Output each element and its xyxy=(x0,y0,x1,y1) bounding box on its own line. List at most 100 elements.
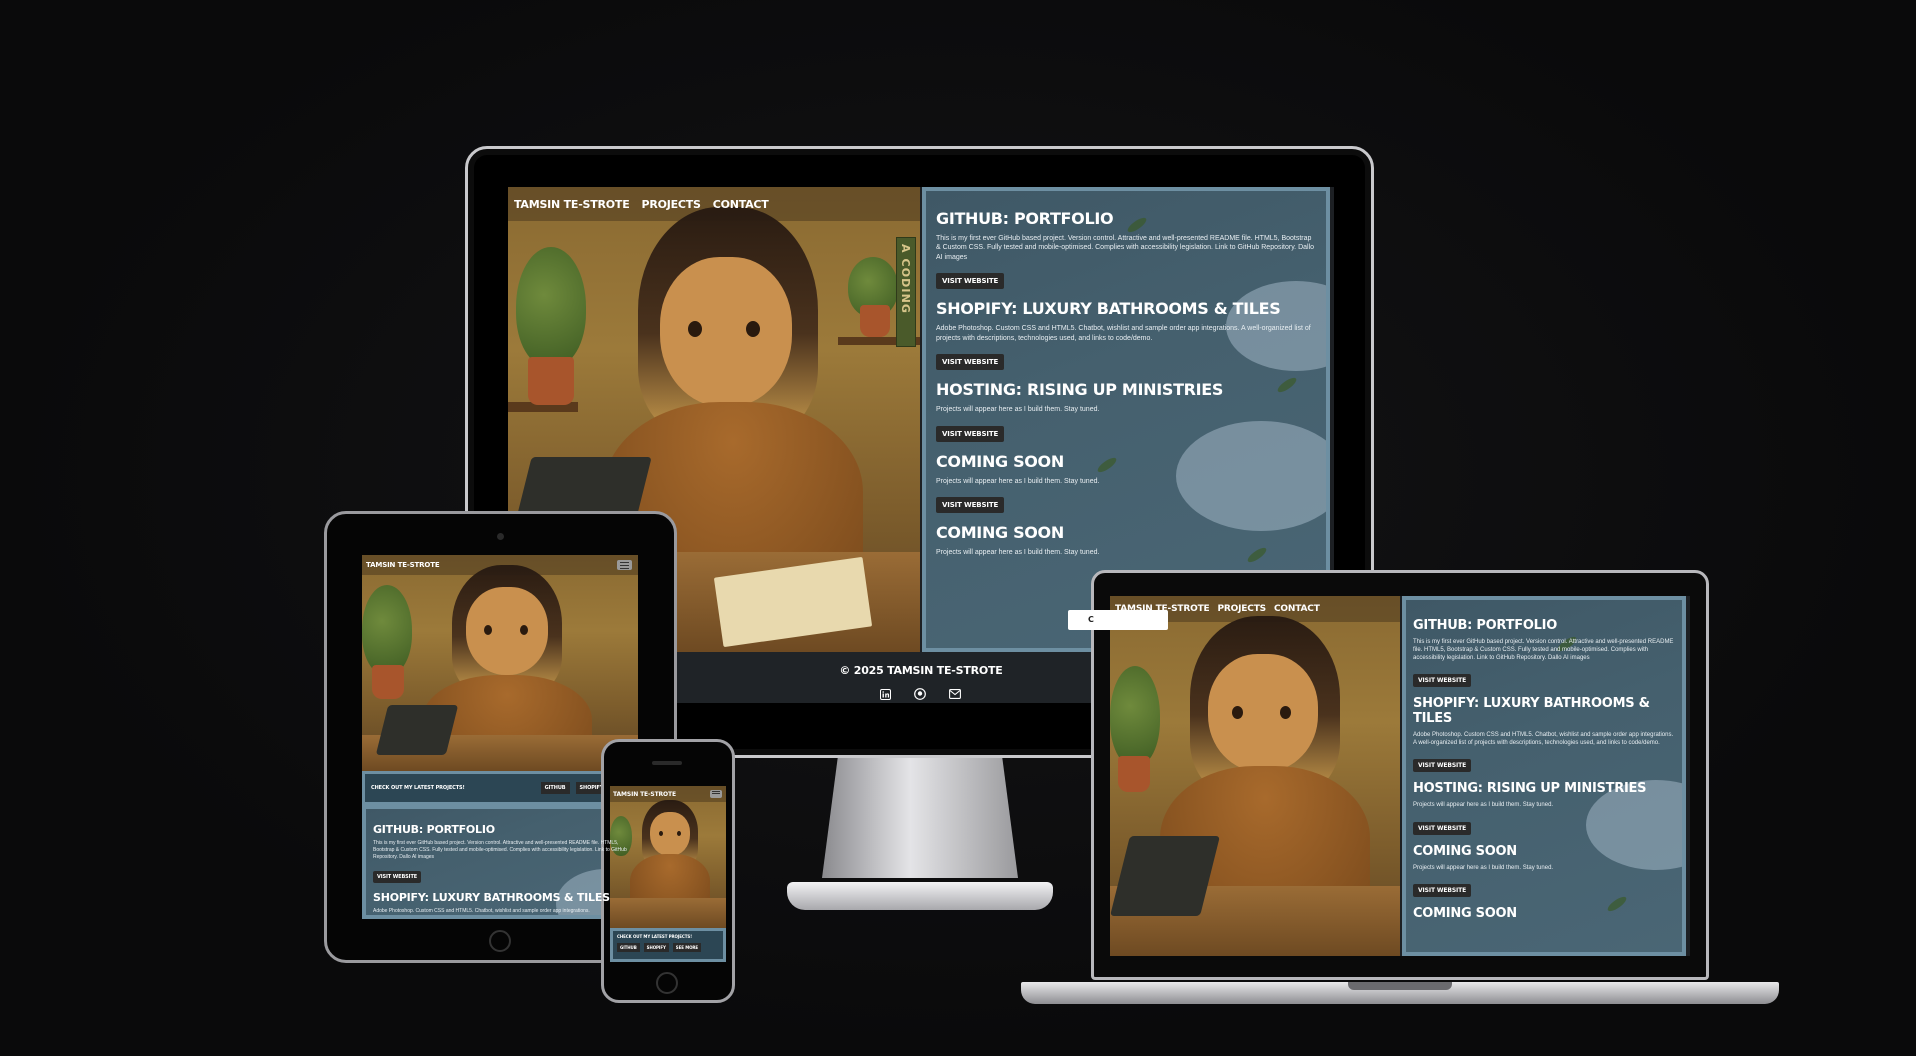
eye xyxy=(659,831,663,836)
laptop-screen: TAMSIN TE-STROTE PROJECTS CONTACT GITHUB… xyxy=(1110,596,1690,956)
phone-home-button xyxy=(656,972,678,994)
project-title: COMING SOON xyxy=(1413,905,1517,921)
brand-link[interactable]: TAMSIN TE-STROTE xyxy=(613,791,676,798)
nav-contact[interactable]: CONTACT xyxy=(1274,604,1320,614)
tablet-home-button xyxy=(489,930,511,952)
plant-pot xyxy=(1118,756,1150,792)
project-description: Adobe Photoshop. Custom CSS and HTML5. C… xyxy=(936,325,1311,342)
phone-screen: TAMSIN TE-STROTE CHECK OUT MY LATEST PRO… xyxy=(610,786,726,962)
navbar: TAMSIN TE-STROTE xyxy=(362,555,638,575)
project-description: This is my first ever GitHub based proje… xyxy=(1413,639,1674,662)
project-card: HOSTING: RISING UP MINISTRIES Projects w… xyxy=(1413,781,1675,835)
device-mockup-scene: A CODING TAMSIN TE-STROTE PROJECTS CONTA… xyxy=(0,0,1916,1056)
project-card: COMING SOON Projects will appear here as… xyxy=(936,451,1316,514)
strip-label: CHECK OUT MY LATEST PROJECTS! xyxy=(371,785,465,791)
hamburger-menu-icon[interactable] xyxy=(710,790,722,798)
eye xyxy=(484,625,492,635)
plant-pot xyxy=(528,357,574,405)
eye xyxy=(746,321,760,337)
project-title: GITHUB: PORTFOLIO xyxy=(1413,618,1558,633)
project-description: Projects will appear here as I build the… xyxy=(936,549,1100,557)
hamburger-menu-icon[interactable] xyxy=(617,560,632,570)
eye xyxy=(1280,706,1291,719)
character-face xyxy=(466,587,548,675)
plant-pot xyxy=(860,305,890,337)
mail-icon[interactable] xyxy=(949,688,961,700)
project-title: GITHUB: PORTFOLIO xyxy=(373,823,495,836)
plant xyxy=(516,247,586,367)
github-icon[interactable] xyxy=(914,688,926,700)
strip-button-github[interactable]: GITHUB xyxy=(617,943,640,952)
project-title: COMING SOON xyxy=(1413,843,1517,859)
visit-website-button[interactable]: VISIT WEBSITE xyxy=(1413,821,1472,835)
visit-website-button[interactable]: VISIT WEBSITE xyxy=(936,273,1005,290)
nav-projects[interactable]: PROJECTS xyxy=(1218,604,1267,614)
book-spine: A CODING xyxy=(896,237,916,347)
visit-website-button[interactable]: VISIT WEBSITE xyxy=(936,497,1005,514)
project-title: SHOPIFY: LUXURY BATHROOMS & TILES xyxy=(373,891,610,905)
project-card: GITHUB: PORTFOLIO This is my first ever … xyxy=(1413,618,1675,688)
strip-label: CHECK OUT MY LATEST PROJECTS! xyxy=(617,934,692,939)
eye xyxy=(677,831,681,836)
eye xyxy=(520,625,528,635)
navbar: TAMSIN TE-STROTE xyxy=(610,786,726,802)
project-description: Projects will appear here as I build the… xyxy=(1413,864,1554,871)
project-card: GITHUB: PORTFOLIO This is my first ever … xyxy=(936,209,1316,290)
cta-button[interactable]: C xyxy=(1068,610,1168,630)
strip-button-shopify[interactable]: SHOPIFY xyxy=(643,943,669,952)
project-description: This is my first ever GitHub based proje… xyxy=(936,235,1315,261)
tablet-camera xyxy=(497,533,504,540)
brand-link[interactable]: TAMSIN TE-STROTE xyxy=(514,198,630,211)
strip-button-see-more[interactable]: SEE MORE xyxy=(672,943,702,952)
project-card: SHOPIFY: LUXURY BATHROOMS & TILES Adobe … xyxy=(373,891,627,915)
plant-pot xyxy=(372,665,404,699)
phone-speaker xyxy=(652,761,682,765)
project-card: HOSTING: RISING UP MINISTRIES Projects w… xyxy=(936,380,1316,442)
hero-illustration xyxy=(362,555,638,771)
project-description: This is my first ever GitHub based proje… xyxy=(373,840,627,860)
project-card: COMING SOON Projects will appear here as… xyxy=(1413,844,1675,897)
monitor-stand-base xyxy=(787,882,1053,910)
visit-website-button[interactable]: VISIT WEBSITE xyxy=(936,425,1005,442)
project-title: HOSTING: RISING UP MINISTRIES xyxy=(936,380,1224,400)
character-face xyxy=(660,257,792,407)
tablet-screen: TAMSIN TE-STROTE CHECK OUT MY LATEST PRO… xyxy=(362,555,638,919)
visit-website-button[interactable]: VISIT WEBSITE xyxy=(1413,674,1472,688)
nav-projects[interactable]: PROJECTS xyxy=(642,198,701,211)
strip-buttons: GITHUB SHOPIFY SEE MORE xyxy=(617,943,702,952)
project-title: COMING SOON xyxy=(936,523,1064,543)
plant xyxy=(1110,666,1160,766)
project-description: Projects will appear here as I build the… xyxy=(1413,802,1554,809)
visit-website-button[interactable]: VISIT WEBSITE xyxy=(1413,883,1472,897)
nav-contact[interactable]: CONTACT xyxy=(713,198,769,211)
project-title: SHOPIFY: LUXURY BATHROOMS & TILES xyxy=(936,299,1281,319)
project-description: Projects will appear here as I build the… xyxy=(936,406,1100,414)
project-title: COMING SOON xyxy=(936,451,1064,471)
visit-website-button[interactable]: VISIT WEBSITE xyxy=(1413,759,1472,773)
project-card: SHOPIFY: LUXURY BATHROOMS & TILES Adobe … xyxy=(1413,696,1675,773)
visit-website-button[interactable]: VISIT WEBSITE xyxy=(936,354,1005,371)
desk xyxy=(610,898,726,928)
project-title: HOSTING: RISING UP MINISTRIES xyxy=(1413,781,1647,797)
linkedin-icon[interactable] xyxy=(879,688,891,700)
project-card: COMING SOON Projects will appear here as… xyxy=(936,523,1316,557)
project-card: COMING SOON xyxy=(1413,906,1675,921)
eye xyxy=(688,321,702,337)
brand-link[interactable]: TAMSIN TE-STROTE xyxy=(366,561,440,569)
projects-strip: CHECK OUT MY LATEST PROJECTS! GITHUB SHO… xyxy=(362,771,638,805)
drawn-laptop xyxy=(375,705,459,755)
laptop-notch xyxy=(1348,982,1452,990)
hero-illustration xyxy=(1110,596,1400,956)
monitor-stand-neck xyxy=(822,758,1018,878)
project-card: SHOPIFY: LUXURY BATHROOMS & TILES Adobe … xyxy=(936,299,1316,371)
character-face xyxy=(1208,654,1318,772)
project-title: SHOPIFY: LUXURY BATHROOMS & TILES xyxy=(1413,696,1650,727)
character-face xyxy=(650,812,690,856)
project-description: Adobe Photoshop. Custom CSS and HTML5. C… xyxy=(373,908,590,915)
eye xyxy=(1232,706,1243,719)
visit-website-button[interactable]: VISIT WEBSITE xyxy=(373,871,422,884)
projects-panel: GITHUB: PORTFOLIO This is my first ever … xyxy=(362,805,638,919)
projects-strip: CHECK OUT MY LATEST PROJECTS! GITHUB SHO… xyxy=(610,928,726,962)
strip-button-github[interactable]: GITHUB xyxy=(540,782,570,794)
hero-illustration xyxy=(610,786,726,928)
